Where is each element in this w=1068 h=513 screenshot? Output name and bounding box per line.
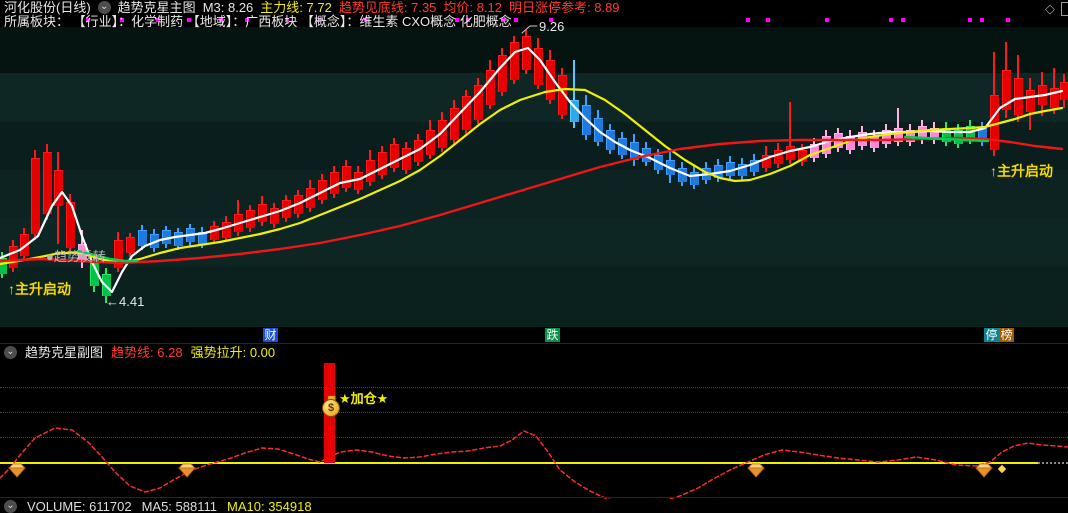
tag-halt[interactable]: 停	[984, 328, 999, 342]
field-vol-ma5: MA5: 588111	[142, 500, 217, 513]
volume-header-row: ⌄ VOLUME: 611702 MA5: 588111 MA10: 35491…	[0, 499, 1068, 513]
money-bag-icon: $	[322, 399, 340, 417]
sub-chart-signal-layer: $ ★加仓★	[0, 0, 1068, 513]
stock-title: 河化股份(日线)	[4, 1, 91, 14]
diamond-signal-icon	[747, 463, 765, 478]
stock-app-window: 河化股份(日线) ⌄ 趋势克星主图 M3: 8.26 主力线: 7.72 趋势见…	[0, 0, 1068, 513]
field-avg-price: 均价: 8.12	[443, 1, 502, 14]
header-tools: ◇	[1045, 1, 1065, 17]
sector-info-text: 所属板块： 【行业】：化学制药 【地域】：广西板块 【概念】：维生素 CXO概念…	[4, 14, 512, 29]
diamond-tool-icon[interactable]: ◇	[1045, 1, 1055, 17]
tag-board[interactable]: 榜	[999, 328, 1014, 342]
diamond-signal-icon	[975, 463, 993, 478]
tag-finance[interactable]: 财	[263, 328, 278, 342]
main-indicator-name: 趋势克星主图	[118, 1, 196, 14]
field-main-force-line: 主力线: 7.72	[260, 1, 332, 14]
field-trend-line: 趋势线: 6.28	[111, 346, 183, 359]
main-indicator-collapse-icon[interactable]: ⌄	[98, 1, 111, 14]
main-header: 河化股份(日线) ⌄ 趋势克星主图 M3: 8.26 主力线: 7.72 趋势见…	[0, 0, 1068, 14]
field-strong-rally: 强势拉升: 0.00	[191, 346, 276, 359]
diamond-signal-icon	[178, 463, 196, 478]
sub-indicator-name: 趋势克星副图	[25, 346, 103, 359]
add-position-signal-label: ★加仓★	[339, 388, 388, 407]
main-rise-launch-label-left: ↑主升启动	[8, 279, 71, 299]
sector-info-row: 所属板块： 【行业】：化学制药 【地域】：广西板块 【概念】：维生素 CXO概念…	[0, 15, 1068, 28]
field-trend-bottom-line: 趋势见底线: 7.35	[339, 1, 437, 14]
window-tool-icon[interactable]	[1061, 2, 1068, 16]
field-m3: M3: 8.26	[203, 1, 254, 14]
main-rise-launch-label-right: ↑主升启动	[990, 161, 1053, 181]
diamond-signal-icon	[8, 463, 26, 478]
sub-chart-header: ⌄ 趋势克星副图 趋势线: 6.28 强势拉升: 0.00	[0, 345, 1068, 360]
field-vol-ma10: MA10: 354918	[227, 500, 312, 513]
gold-dot-marker	[998, 465, 1006, 473]
low-price-label: ←4.41	[106, 294, 144, 309]
sub-indicator-collapse-icon[interactable]: ⌄	[4, 346, 17, 359]
tag-decline[interactable]: 跌	[545, 328, 560, 342]
field-limit-up-ref: 明日涨停参考: 8.89	[509, 1, 620, 14]
tag-strip: 财 跌 停榜	[0, 327, 1068, 343]
pane-divider	[0, 343, 1068, 344]
volume-collapse-icon[interactable]: ⌄	[4, 500, 17, 513]
field-volume: VOLUME: 611702	[27, 500, 132, 513]
trend-reversal-label: ●趋势反转	[46, 246, 106, 265]
